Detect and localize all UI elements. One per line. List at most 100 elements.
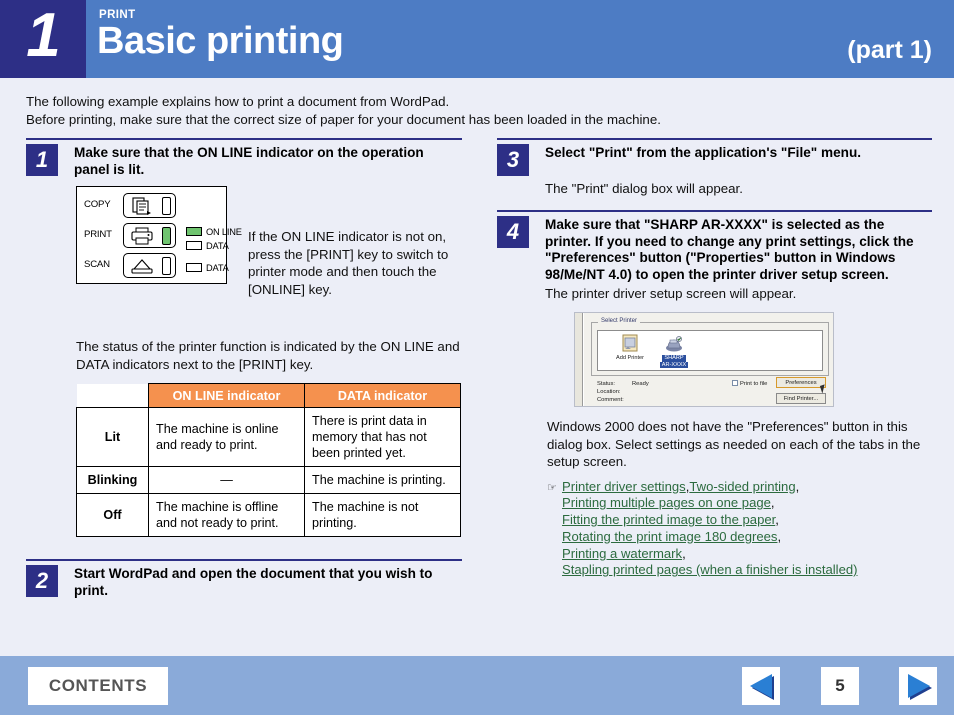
scan-key[interactable] (123, 253, 176, 278)
table-cell-state-blinking: Blinking (76, 466, 149, 494)
header-part-label: (part 1) (847, 36, 932, 64)
dialog-left-strip (575, 313, 583, 406)
scan-key-led (162, 257, 171, 275)
link-fitting-printed-image[interactable]: Fitting the printed image to the paper (562, 512, 775, 527)
pointing-hand-icon: ☞ (547, 481, 557, 494)
table-header-row: ON LINE indicator DATA indicator (76, 383, 461, 408)
step-1-after-text: The status of the printer function is in… (76, 339, 460, 372)
page-title: Basic printing (97, 20, 344, 62)
table-cell-data-blinking: The machine is printing. (304, 466, 461, 494)
previous-page-arrow-icon (750, 674, 772, 698)
page-root: 1 PRINT Basic printing (part 1) The foll… (0, 0, 954, 715)
table-cell-online-lit: The machine is online and ready to print… (148, 407, 305, 467)
step-1-side-text: If the ON LINE indicator is not on, pres… (248, 229, 449, 297)
next-page-button[interactable] (899, 667, 937, 705)
left-column: 1 Make sure that the ON LINE indicator o… (26, 138, 462, 599)
chapter-number: 1 (26, 1, 60, 70)
step-2-header: 2 Start WordPad and open the document th… (26, 565, 462, 599)
find-printer-button[interactable]: Find Printer... (776, 393, 826, 404)
link-rotating-print-image[interactable]: Rotating the print image 180 degrees (562, 529, 777, 544)
step-4-badge: 4 (497, 216, 529, 248)
page-footer: CONTENTS 5 (0, 656, 954, 715)
add-printer-icon (619, 334, 641, 354)
intro-line-1: The following example explains how to pr… (26, 94, 450, 109)
print-to-file-box (732, 380, 738, 386)
data-indicator-led (186, 241, 202, 251)
indicator-status-table: ON LINE indicator DATA indicator Lit The… (76, 383, 461, 537)
printer-listbox[interactable]: Add Printer SHARP AR-XXXX (597, 330, 823, 371)
panel-row-scan: SCAN DATA (84, 253, 229, 279)
panel-label-scan: SCAN (84, 259, 110, 270)
panel-label-copy: COPY (84, 199, 111, 210)
chapter-number-block: 1 (0, 0, 86, 78)
print-to-file-checkbox[interactable]: Print to file (732, 380, 767, 387)
step-2-title: Start WordPad and open the document that… (74, 566, 433, 598)
contents-button[interactable]: CONTENTS (28, 667, 168, 705)
step-4-note: Windows 2000 does not have the "Preferen… (547, 419, 921, 469)
print-dialog-screenshot: Select Printer Add Printer SHARP AR-XXXX… (574, 312, 834, 407)
operation-panel-figure: COPY PRINT ON LINE DATA SCAN DATA If the… (76, 186, 462, 297)
print-key-led (162, 227, 171, 245)
previous-page-button[interactable] (742, 667, 780, 705)
link-stapling-printed-pages[interactable]: Stapling printed pages (when a finisher … (562, 562, 858, 577)
page-header: 1 PRINT Basic printing (part 1) (0, 0, 954, 78)
related-links-list: Printer driver settings,Two-sided printi… (562, 478, 858, 578)
page-number: 5 (821, 667, 859, 705)
step-4-title: Make sure that "SHARP AR-XXXX" is select… (545, 217, 914, 282)
step-3-sub: The "Print" dialog box will appear. (545, 181, 743, 196)
print-key[interactable] (123, 223, 176, 248)
table-row: Blinking — The machine is printing. (76, 466, 461, 494)
step-3-badge: 3 (497, 144, 529, 176)
step-3-rule (497, 138, 932, 140)
step-1-rule (26, 138, 462, 140)
print-to-file-label: Print to file (740, 381, 768, 387)
data-indicator-label: DATA (206, 240, 229, 251)
step-2-rule (26, 559, 462, 561)
preferences-button[interactable]: Preferences (776, 377, 826, 388)
scan-data-indicator-led (186, 263, 202, 273)
step-4-rule (497, 210, 932, 212)
link-printing-multiple-pages[interactable]: Printing multiple pages on one page (562, 495, 771, 510)
scan-key-icon (128, 256, 156, 276)
panel-label-print: PRINT (84, 229, 112, 240)
scan-indicator-group: DATA (186, 259, 229, 273)
intro-text: The following example explains how to pr… (26, 93, 926, 128)
dialog-status-label: Status: (597, 381, 616, 387)
related-links-block: ☞ Printer driver settings,Two-sided prin… (547, 479, 947, 580)
step-1-title: Make sure that the ON LINE indicator on … (74, 145, 424, 177)
next-page-arrow-icon (908, 674, 930, 698)
sharp-printer-label-line1: SHARP (662, 355, 686, 362)
dialog-body: Select Printer Add Printer SHARP AR-XXXX… (584, 313, 833, 406)
table-cell-data-off: The machine is not printing. (304, 493, 461, 537)
table-header-online: ON LINE indicator (148, 383, 305, 408)
online-indicator-led (186, 227, 202, 237)
table-cell-state-lit: Lit (76, 407, 149, 467)
operation-panel-box: COPY PRINT ON LINE DATA SCAN DATA (76, 186, 242, 284)
sharp-printer-label-line2: AR-XXXX (659, 361, 689, 369)
step-3-title: Select "Print" from the application's "F… (545, 145, 862, 160)
intro-line-2: Before printing, make sure that the corr… (26, 111, 661, 127)
print-key-icon (128, 226, 156, 246)
mouse-cursor-icon (819, 384, 828, 394)
add-printer-label: Add Printer (616, 355, 644, 361)
copy-key[interactable] (123, 193, 176, 218)
step-1-header: 1 Make sure that the ON LINE indicator o… (26, 144, 462, 178)
link-two-sided-printing[interactable]: Two-sided printing (689, 479, 795, 494)
panel-row-copy: COPY (84, 193, 224, 219)
table-row: Lit The machine is online and ready to p… (76, 407, 461, 467)
table-header-corner (76, 383, 149, 408)
step-1-badge: 1 (26, 144, 58, 176)
table-header-data: DATA indicator (304, 383, 461, 408)
table-cell-state-off: Off (76, 493, 149, 537)
step-2-badge: 2 (26, 565, 58, 597)
online-indicator-label: ON LINE (206, 226, 242, 237)
print-indicator-group: ON LINE DATA (186, 223, 242, 251)
indicator-online: ON LINE (186, 223, 242, 237)
printer-item-sharp[interactable]: SHARP AR-XXXX (648, 334, 700, 369)
panel-row-print: PRINT ON LINE DATA (84, 223, 242, 251)
link-printer-driver-settings[interactable]: Printer driver settings (562, 479, 686, 494)
indicator-data-scan: DATA (186, 259, 229, 273)
link-printing-watermark[interactable]: Printing a watermark (562, 546, 682, 561)
dialog-status-value: Ready (632, 381, 649, 387)
copy-key-led (162, 197, 171, 215)
